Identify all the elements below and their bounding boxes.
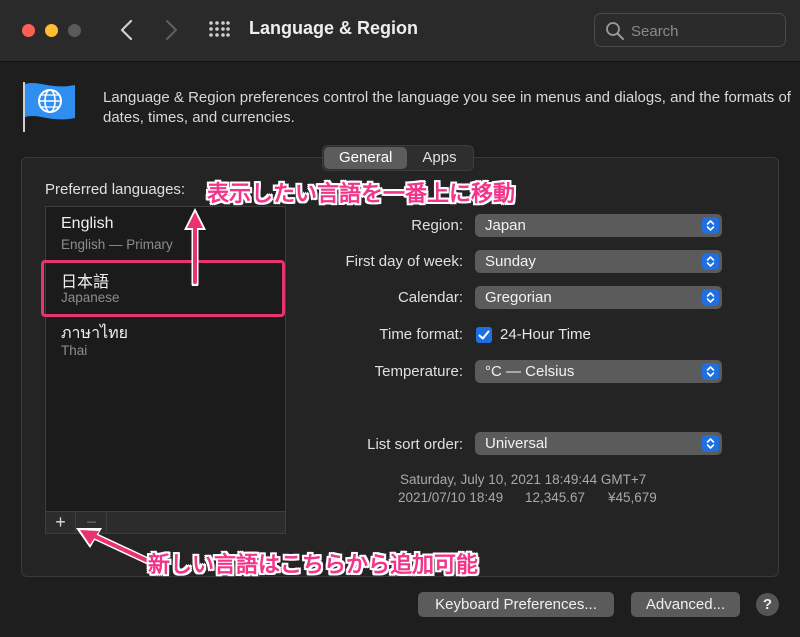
calendar-value: Gregorian — [485, 289, 552, 306]
tab-bar: General Apps — [322, 145, 474, 171]
language-name: English — [61, 215, 114, 232]
advanced-button[interactable]: Advanced... — [631, 592, 740, 617]
search-field[interactable] — [594, 13, 786, 47]
time-format-value: 24-Hour Time — [500, 326, 591, 343]
annotation-arrow-left-icon — [76, 528, 154, 566]
chevron-updown-icon — [702, 435, 719, 452]
chevron-updown-icon — [702, 253, 719, 270]
tab-apps[interactable]: Apps — [407, 147, 471, 169]
calendar-select[interactable]: Gregorian — [475, 286, 722, 309]
zoom-window-button[interactable] — [68, 24, 81, 37]
sort-order-value: Universal — [485, 435, 548, 452]
help-button[interactable]: ? — [756, 593, 779, 616]
close-window-button[interactable] — [22, 24, 35, 37]
list-item-english[interactable]: English English — Primary — [46, 207, 285, 259]
first-day-select[interactable]: Sunday — [475, 250, 722, 273]
header-description: Language & Region preferences control th… — [103, 89, 791, 126]
title-bar: Language & Region — [0, 0, 800, 62]
search-icon — [606, 22, 624, 40]
region-select[interactable]: Japan — [475, 214, 722, 237]
grid-icon[interactable] — [208, 20, 230, 42]
sample-date-text: Saturday, July 10, 2021 18:49:44 GMT+7 — [400, 472, 647, 487]
language-subtitle: English — Primary — [61, 237, 173, 252]
sample-number: 12,345.67 — [525, 490, 586, 505]
calendar-label: Calendar: — [397, 289, 463, 306]
tab-general[interactable]: General — [324, 147, 408, 169]
region-value: Japan — [485, 217, 526, 234]
chevron-updown-icon — [702, 363, 719, 380]
time-format-label: Time format: — [379, 326, 463, 343]
chevron-updown-icon — [702, 289, 719, 306]
globe-flag-icon — [23, 82, 75, 132]
keyboard-preferences-button[interactable]: Keyboard Preferences... — [418, 592, 614, 617]
chevron-left-icon[interactable] — [116, 17, 138, 43]
search-input[interactable] — [631, 19, 777, 43]
annotation-highlight-box — [41, 260, 285, 317]
list-item-thai[interactable]: ภาษาไทย Thai — [46, 313, 285, 365]
annotation-top-text: 表示したい言語を一番上に移動 — [207, 182, 516, 207]
sample-short-date: 2021/07/10 18:49 — [398, 490, 504, 505]
chevron-right-icon[interactable] — [160, 17, 182, 43]
sort-order-label: List sort order: — [367, 436, 463, 453]
minimize-window-button[interactable] — [45, 24, 58, 37]
chevron-updown-icon — [702, 217, 719, 234]
window-title: Language & Region — [249, 18, 419, 38]
time-format-checkbox[interactable] — [476, 327, 492, 343]
sort-order-select[interactable]: Universal — [475, 432, 722, 455]
region-label: Region: — [411, 217, 463, 234]
temperature-select[interactable]: °C — Celsius — [475, 360, 722, 383]
first-day-label: First day of week: — [345, 253, 463, 270]
annotation-bottom-text: 新しい言語はこちらから追加可能 — [148, 553, 479, 578]
temperature-value: °C — Celsius — [485, 363, 575, 380]
sample-currency: ¥45,679 — [608, 490, 657, 505]
first-day-value: Sunday — [485, 253, 536, 270]
temperature-label: Temperature: — [374, 363, 463, 380]
language-list[interactable]: English English — Primary 日本語 Japanese ภ… — [45, 206, 286, 512]
annotation-arrow-up-icon — [184, 208, 206, 286]
language-subtitle: Thai — [61, 343, 88, 358]
preferred-languages-label: Preferred languages: — [45, 181, 186, 198]
